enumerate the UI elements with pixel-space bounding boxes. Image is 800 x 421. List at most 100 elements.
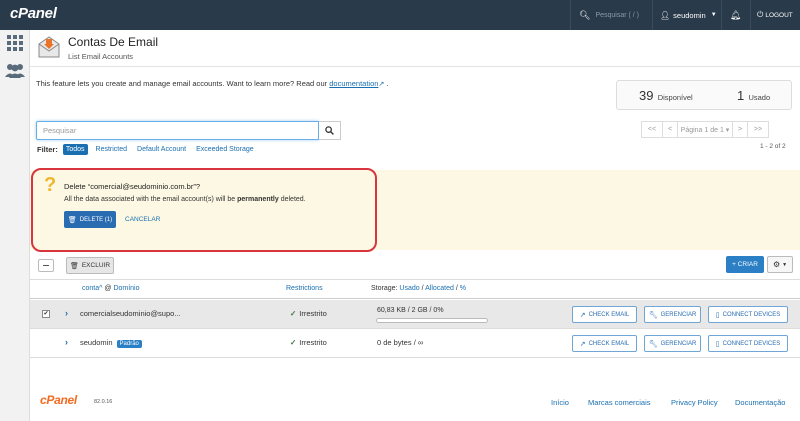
storage-usage: 60,83 KB / 2 GB / 0% [377,307,444,314]
trash-icon: 🗑︎ [69,262,79,270]
filter-default-account[interactable]: Default Account [137,146,186,153]
settings-dropdown[interactable]: ⚙ ▼ [767,256,793,273]
connect-devices-button[interactable]: ▯ CONNECT DEVICES [708,335,788,352]
table-row[interactable]: › seudomin Padrão ✓ Irrestrito 0 de bytes … [30,329,800,357]
footer-cpanel-logo: cPanel [40,393,77,407]
footer-link-documentation[interactable]: Documentação [735,398,785,407]
column-header-account[interactable]: conta^ @ Domínio [82,285,140,292]
sort-restrictions[interactable]: Restrictions [286,285,323,292]
used-label: Usado [748,93,771,102]
logout-label: LOGOUT [765,11,793,19]
check-email-label: CHECK EMAIL [588,340,630,347]
restriction-label: Irrestrito [299,338,327,347]
stat-used: 1 Usado [737,88,770,103]
select-all-checkbox[interactable] [38,259,54,272]
footer-link-privacy[interactable]: Privacy Policy [671,398,718,407]
page-title: Contas De Email [68,35,159,49]
cpanel-logo[interactable]: cPanel [10,5,57,22]
logout-icon: ⏻ [757,10,764,19]
global-search[interactable]: 🔍︎ Pesquisar ( / ) [570,0,650,30]
footer-link-home[interactable]: Início [551,398,569,407]
confirm-delete-button[interactable]: 🗑︎ DELETE (1) [64,211,116,228]
wrench-icon: 🔧︎ [648,340,658,348]
page-subtitle: List Email Accounts [68,52,134,61]
last-page-button[interactable]: >> [747,121,769,138]
connect-devices-label: CONNECT DEVICES [722,340,781,347]
table-row[interactable]: ✔ › comercialseudominio@supo... ✓ Irrestr… [30,300,800,328]
connect-devices-label: CONNECT DEVICES [722,311,781,318]
check-email-label: CHECK EMAIL [588,311,630,318]
sort-allocated[interactable]: Allocated [425,285,454,292]
bell-icon: 🔔︎ [729,9,742,20]
restriction-status: ✓ Irrestrito [290,309,327,318]
manage-button[interactable]: 🔧︎ GERENCIAR [644,306,701,323]
next-page-button[interactable]: > [732,121,748,138]
prev-page-button[interactable]: < [662,121,678,138]
results-count: 1 - 2 of 2 [760,143,786,150]
users-icon[interactable] [4,62,26,78]
account-name[interactable]: seudomin Padrão [80,338,142,348]
username: seudomin [673,10,706,20]
connect-devices-button[interactable]: ▯ CONNECT DEVICES [708,306,788,323]
restriction-label: Irrestrito [299,309,327,318]
search-button[interactable] [319,121,341,140]
filter-bar: Filter: Todos Restricted Default Account… [37,144,264,155]
email-accounts-icon [38,36,60,58]
row-checkbox[interactable]: ✔ [42,310,50,318]
manage-label: GERENCIAR [660,340,697,347]
wrench-icon: 🔧︎ [648,311,658,319]
search-icon [325,126,334,135]
delete-button[interactable]: 🗑︎ EXCLUIR [66,257,114,274]
divider [30,66,800,67]
left-rail [0,30,30,421]
divider [30,357,800,358]
storage-prefix: Storage: [371,285,398,292]
column-header-restrictions[interactable]: Restrictions [286,285,323,292]
confirm-text-bold: permanently [237,196,279,203]
search-input[interactable]: Pesquisar [36,121,319,140]
filter-exceeded-storage[interactable]: Exceeded Storage [196,146,254,153]
check-email-button[interactable]: ↗ CHECK EMAIL [572,306,637,323]
version-number: 82.0.16 [94,399,113,405]
create-button[interactable]: + CRIAR [726,256,764,273]
footer-link-trademarks[interactable]: Marcas comerciais [588,398,651,407]
gear-icon: ⚙ [772,260,781,269]
intro-text: This feature lets you create and manage … [36,79,389,88]
chevron-down-icon: ▼ [710,12,717,18]
search-icon: 🔍︎ [579,9,591,20]
sort-account[interactable]: conta [82,285,99,292]
external-link-icon: ↗ [378,81,385,88]
filter-restricted[interactable]: Restricted [96,146,128,153]
cancel-button[interactable]: CANCELAR [125,216,160,223]
storage-progress-bar [376,318,488,323]
trash-icon: 🗑︎ [67,216,77,224]
intro-suffix: . [386,79,389,88]
logout-button[interactable]: ⏻ LOGOUT [750,0,800,30]
check-email-button[interactable]: ↗ CHECK EMAIL [572,335,637,352]
question-icon: ? [44,174,57,196]
documentation-link[interactable]: documentation [329,79,378,88]
user-menu[interactable]: 👤︎ seudomin ▼ [652,0,720,30]
filter-label: Filter: [37,145,58,154]
divider [30,279,800,280]
page-select[interactable]: Página 1 de 1 ▾ [677,121,733,138]
column-header-storage: Storage: Usado / Allocated / % [371,285,466,292]
sort-used[interactable]: Usado [399,285,419,292]
expand-chevron-icon[interactable]: › [65,308,68,318]
external-link-icon: ↗ [579,311,586,319]
notifications-button[interactable]: 🔔︎ [721,0,749,30]
sort-percent[interactable]: % [460,285,466,292]
sort-domain[interactable]: Domínio [113,285,139,292]
apps-grid-icon[interactable] [7,35,23,51]
account-name-text: seudomin [80,338,113,347]
expand-chevron-icon[interactable]: › [65,337,68,347]
at-separator: @ [104,285,112,292]
check-icon: ✓ [290,309,297,318]
filter-all[interactable]: Todos [62,144,88,155]
available-count: 39 [639,88,654,103]
first-page-button[interactable]: << [641,121,663,138]
account-name[interactable]: comercialseudominio@supo... [80,309,181,318]
intro-text-body: This feature lets you create and manage … [36,79,328,88]
manage-button[interactable]: 🔧︎ GERENCIAR [644,335,701,352]
used-count: 1 [737,88,745,103]
